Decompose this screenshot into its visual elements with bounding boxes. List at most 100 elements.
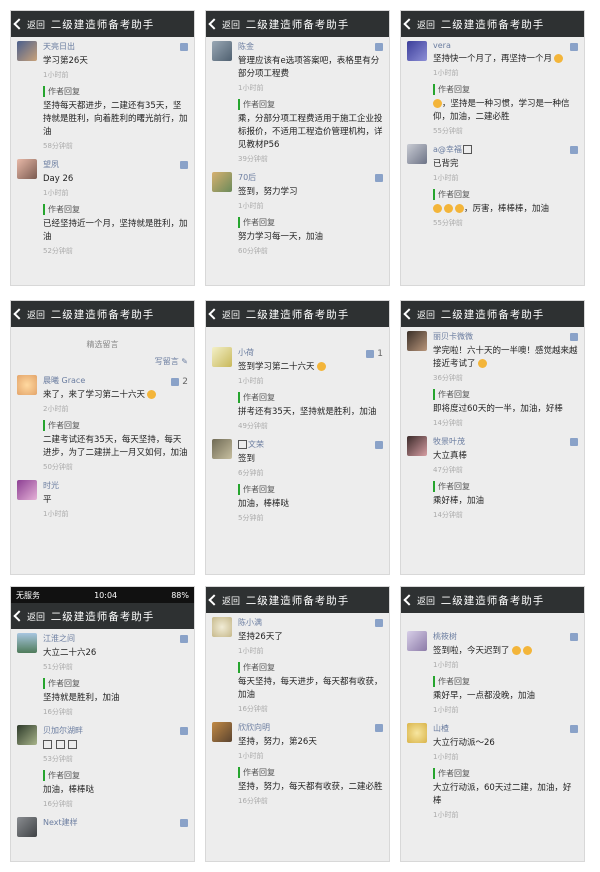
avatar[interactable] — [407, 723, 427, 743]
like-button[interactable] — [375, 724, 383, 732]
like-button[interactable] — [375, 174, 383, 182]
comment-item: 桃筱树 签到啦，今天迟到了 1小时前 — [407, 631, 578, 670]
avatar[interactable] — [212, 41, 232, 61]
avatar[interactable] — [17, 41, 37, 61]
back-button[interactable]: 返回 — [401, 308, 435, 321]
commenter-name[interactable]: 望夙 — [43, 159, 188, 170]
like-button[interactable] — [180, 727, 188, 735]
avatar[interactable] — [407, 144, 427, 164]
like-button[interactable] — [375, 619, 383, 627]
write-comment-button[interactable]: 写留言 ✎ — [17, 356, 188, 367]
like-button[interactable] — [375, 441, 383, 449]
like-button[interactable]: 2 — [171, 377, 188, 387]
commenter-name[interactable]: 山楂 — [433, 723, 578, 734]
commenter-name[interactable]: 贝加尔湖畔 — [43, 725, 188, 736]
thumbs-up-emoji-icon — [455, 204, 464, 213]
commenter-name[interactable]: 江淮之间 — [43, 633, 188, 644]
back-button[interactable]: 返回 — [401, 18, 435, 31]
like-button[interactable] — [570, 438, 578, 446]
avatar[interactable] — [407, 631, 427, 651]
comment-time: 6分钟前 — [238, 469, 264, 477]
avatar[interactable] — [407, 331, 427, 351]
reply-header: 作者回复 — [43, 204, 188, 215]
avatar[interactable] — [17, 633, 37, 653]
author-reply: 作者回复 ，坚持是一种习惯，学习是一种信仰，加油，二建必胜 55分钟前 — [433, 84, 578, 136]
reply-header: 作者回复 — [238, 767, 383, 778]
like-button[interactable] — [570, 633, 578, 641]
avatar[interactable] — [212, 172, 232, 192]
commenter-name-text: a@幸福 — [433, 145, 462, 154]
commenter-name[interactable]: 牧景叶茂 — [433, 436, 578, 447]
avatar[interactable] — [17, 725, 37, 745]
commenter-name[interactable]: 70后 — [238, 172, 383, 183]
reply-text: 坚持，努力，每天都有收获，二建必胜 — [238, 782, 383, 792]
nav-bar: 返回 二级建造师备考助手 — [401, 587, 584, 613]
laugh-emoji-icon — [522, 646, 532, 655]
commenter-name[interactable]: 丽贝卡微微 — [433, 331, 578, 342]
selected-comments-heading: 精选留言 — [86, 340, 119, 349]
back-button[interactable]: 返回 — [206, 308, 240, 321]
like-button[interactable] — [570, 333, 578, 341]
back-label: 返回 — [222, 596, 241, 607]
comment-text — [43, 739, 188, 752]
avatar[interactable] — [407, 41, 427, 61]
avatar[interactable] — [212, 722, 232, 742]
like-button[interactable]: 1 — [366, 349, 383, 359]
status-bar: 无服务 10:04 88% — [11, 587, 194, 603]
nav-bar: 返回 二级建造师备考助手 — [206, 301, 389, 327]
like-button[interactable] — [180, 635, 188, 643]
commenter-name[interactable]: 时光 — [43, 480, 188, 491]
reply-header: 作者回复 — [43, 420, 188, 431]
reply-time: 16分钟前 — [43, 800, 73, 808]
panel-9: 返回 二级建造师备考助手 桃筱树 签到啦，今天迟到了 1小时前 作者回复 乘好早… — [400, 586, 585, 862]
comment-text: 来了，来了学习第二十六天 — [43, 389, 188, 402]
thumbs-up-icon — [570, 633, 578, 641]
reply-text: 坚持每天都进步，二建还有35天，坚持就是胜利，向着胜利的曙光前行，加油 — [43, 101, 188, 137]
avatar[interactable] — [212, 439, 232, 459]
back-label: 返回 — [222, 20, 241, 31]
like-button[interactable] — [570, 43, 578, 51]
avatar[interactable] — [212, 347, 232, 367]
comment-text-span: 签到学习第二十六天 — [238, 362, 315, 372]
reply-time: 1小时前 — [433, 706, 459, 714]
like-button[interactable] — [180, 43, 188, 51]
back-button[interactable]: 返回 — [11, 308, 45, 321]
like-button[interactable] — [180, 161, 188, 169]
avatar[interactable] — [17, 817, 37, 837]
back-button[interactable]: 返回 — [11, 610, 45, 623]
like-button[interactable] — [180, 819, 188, 827]
like-button[interactable] — [570, 146, 578, 154]
comment-text-span: 学完啦！六十天的一半噢！感觉越来越接近考试了 — [433, 346, 578, 369]
back-button[interactable]: 返回 — [206, 18, 240, 31]
back-button[interactable]: 返回 — [206, 594, 240, 607]
commenter-name[interactable]: Next建样 — [43, 817, 188, 828]
reply-text-span: ，坚持是一种习惯，学习是一种信仰，加油，二建必胜 — [433, 99, 570, 122]
commenter-name[interactable]: 欣欣向明 — [238, 722, 383, 733]
avatar[interactable] — [17, 159, 37, 179]
panel-3: 返回 二级建造师备考助手 vera 坚持快一个月了，再坚持一个月 1小时前 作者… — [400, 10, 585, 286]
comment-text: 大立行动派～26 — [433, 738, 495, 748]
avatar[interactable] — [17, 480, 37, 500]
commenter-name[interactable]: 陈小满 — [238, 617, 383, 628]
avatar[interactable] — [17, 375, 37, 395]
comment-item: 贝加尔湖畔 53分钟前 — [17, 725, 188, 764]
reply-time: 55分钟前 — [433, 219, 463, 227]
back-button[interactable]: 返回 — [11, 18, 45, 31]
like-button[interactable] — [375, 43, 383, 51]
commenter-name[interactable]: 陈金 — [238, 41, 383, 52]
back-button[interactable]: 返回 — [401, 594, 435, 607]
avatar[interactable] — [212, 617, 232, 637]
commenter-name[interactable]: 文荣 — [238, 439, 383, 450]
avatar[interactable] — [407, 436, 427, 456]
like-button[interactable] — [570, 725, 578, 733]
commenter-name[interactable]: 桃筱树 — [433, 631, 578, 642]
reply-header: 作者回复 — [433, 189, 578, 200]
nav-bar: 返回 二级建造师备考助手 — [11, 301, 194, 327]
commenter-name[interactable]: 晨曦 Grace — [43, 375, 188, 386]
commenter-name[interactable]: 天亮日出 — [43, 41, 188, 52]
reply-time: 14分钟前 — [433, 511, 463, 519]
commenter-name[interactable]: vera — [433, 41, 578, 50]
commenter-name[interactable]: 小荷 — [238, 347, 383, 358]
panel-4: 返回 二级建造师备考助手 精选留言 写留言 ✎ 晨曦 Grace 来了，来了学习… — [10, 300, 195, 575]
commenter-name[interactable]: a@幸福 — [433, 144, 578, 155]
